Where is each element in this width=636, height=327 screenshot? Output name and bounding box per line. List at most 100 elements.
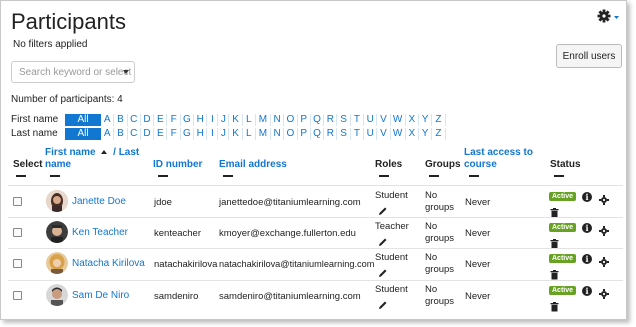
enrolment-settings-button[interactable] — [599, 192, 609, 205]
page-settings-menu[interactable] — [597, 8, 619, 26]
info-icon[interactable]: i — [582, 223, 592, 233]
unenrol-button[interactable] — [550, 299, 559, 312]
initial-firstname-m[interactable]: M — [256, 114, 271, 126]
initial-firstname-s[interactable]: S — [337, 114, 351, 126]
initial-firstname-n[interactable]: N — [271, 114, 285, 126]
initial-firstname-r[interactable]: R — [324, 114, 338, 126]
initial-firstname-c[interactable]: C — [128, 114, 141, 126]
row-select-checkbox[interactable] — [13, 291, 22, 300]
initial-firstname-k[interactable]: K — [229, 114, 243, 126]
header-email[interactable]: Email address — [219, 159, 287, 170]
initial-lastname-n[interactable]: N — [271, 128, 285, 140]
initial-firstname-l[interactable]: L — [243, 114, 256, 126]
initial-lastname-e[interactable]: E — [154, 128, 168, 140]
initial-lastname-r[interactable]: R — [324, 128, 338, 140]
initial-firstname-a[interactable]: A — [101, 114, 115, 126]
user-name-link[interactable]: Ken Teacher — [72, 227, 128, 238]
row-select-checkbox[interactable] — [13, 197, 22, 206]
header-groups-collapse[interactable] — [429, 175, 439, 177]
initial-lastname-v[interactable]: V — [377, 128, 391, 140]
enroll-users-button[interactable]: Enroll users — [556, 44, 622, 68]
cog-icon — [599, 195, 609, 205]
edit-roles-button[interactable] — [378, 265, 388, 277]
header-lastaccess-line2[interactable]: course — [464, 159, 497, 170]
initial-lastname-q[interactable]: Q — [311, 128, 325, 140]
initial-lastname-t[interactable]: T — [351, 128, 365, 140]
initial-lastname-x[interactable]: X — [406, 128, 419, 140]
header-lastaccess-collapse[interactable] — [469, 175, 479, 177]
header-idnumber[interactable]: ID number — [153, 159, 202, 170]
initial-firstname-x[interactable]: X — [406, 114, 419, 126]
row-select-checkbox[interactable] — [13, 259, 22, 268]
row-select-checkbox[interactable] — [13, 228, 22, 237]
header-idnumber-collapse[interactable] — [158, 175, 168, 177]
initial-firstname-e[interactable]: E — [154, 114, 168, 126]
enrolment-settings-button[interactable] — [599, 254, 609, 267]
initial-lastname-i[interactable]: I — [207, 128, 219, 140]
initial-firstname-z[interactable]: Z — [432, 114, 446, 126]
initial-lastname-u[interactable]: U — [364, 128, 378, 140]
avatar — [46, 252, 68, 274]
initial-lastname-a[interactable]: A — [101, 128, 115, 140]
edit-roles-button[interactable] — [378, 203, 388, 215]
initial-firstname-g[interactable]: G — [181, 114, 195, 126]
initial-lastname-p[interactable]: P — [298, 128, 311, 140]
enrolment-settings-button[interactable] — [599, 286, 609, 299]
initial-firstname-o[interactable]: O — [284, 114, 298, 126]
user-role: Student — [375, 190, 408, 201]
header-name-collapse[interactable] — [50, 175, 60, 177]
initial-lastname-h[interactable]: H — [194, 128, 208, 140]
search-input[interactable]: Search keyword or select fi — [11, 61, 135, 83]
initial-lastname-y[interactable]: Y — [419, 128, 433, 140]
edit-roles-button[interactable] — [378, 234, 388, 246]
initial-lastname-s[interactable]: S — [337, 128, 351, 140]
initial-lastname-o[interactable]: O — [284, 128, 298, 140]
initial-all-firstname[interactable]: All — [65, 114, 101, 126]
header-lastaccess[interactable]: Last access to — [464, 147, 533, 158]
initial-lastname-m[interactable]: M — [256, 128, 271, 140]
edit-roles-button[interactable] — [378, 297, 388, 309]
initial-lastname-g[interactable]: G — [181, 128, 195, 140]
initial-lastname-d[interactable]: D — [141, 128, 155, 140]
unenrol-button[interactable] — [550, 236, 559, 249]
initial-firstname-u[interactable]: U — [364, 114, 378, 126]
user-name-link[interactable]: Janette Doe — [72, 196, 126, 207]
initial-firstname-y[interactable]: Y — [419, 114, 433, 126]
header-firstname[interactable]: First name / Last — [45, 147, 139, 158]
header-email-collapse[interactable] — [223, 175, 233, 177]
initial-firstname-p[interactable]: P — [298, 114, 311, 126]
initial-firstname-h[interactable]: H — [194, 114, 208, 126]
initial-lastname-j[interactable]: J — [218, 128, 230, 140]
unenrol-button[interactable] — [550, 267, 559, 280]
initial-lastname-c[interactable]: C — [128, 128, 141, 140]
chevron-down-icon — [123, 70, 129, 74]
initial-firstname-t[interactable]: T — [351, 114, 365, 126]
initial-lastname-b[interactable]: B — [114, 128, 128, 140]
initial-firstname-f[interactable]: F — [167, 114, 181, 126]
initial-firstname-j[interactable]: J — [218, 114, 230, 126]
user-name-link[interactable]: Sam De Niro — [72, 290, 129, 301]
header-lastname[interactable]: name — [45, 159, 71, 170]
status-badge: Active — [549, 192, 577, 201]
info-icon[interactable]: i — [582, 286, 592, 296]
initial-lastname-w[interactable]: W — [391, 128, 406, 140]
initial-firstname-q[interactable]: Q — [311, 114, 325, 126]
enrolment-settings-button[interactable] — [599, 223, 609, 236]
info-icon[interactable]: i — [582, 254, 592, 264]
initial-firstname-i[interactable]: I — [207, 114, 219, 126]
initial-lastname-k[interactable]: K — [229, 128, 243, 140]
info-icon[interactable]: i — [582, 192, 592, 202]
unenrol-button[interactable] — [550, 205, 559, 218]
header-select-collapse[interactable] — [16, 175, 26, 177]
initial-all-lastname[interactable]: All — [65, 128, 101, 140]
initial-lastname-z[interactable]: Z — [432, 128, 446, 140]
initial-firstname-w[interactable]: W — [391, 114, 406, 126]
initial-firstname-d[interactable]: D — [141, 114, 155, 126]
initial-firstname-v[interactable]: V — [377, 114, 391, 126]
initial-lastname-f[interactable]: F — [167, 128, 181, 140]
header-roles-collapse[interactable] — [379, 175, 389, 177]
user-name-link[interactable]: Natacha Kirilova — [72, 258, 145, 269]
header-status-collapse[interactable] — [554, 175, 564, 177]
initial-lastname-l[interactable]: L — [243, 128, 256, 140]
initial-firstname-b[interactable]: B — [114, 114, 128, 126]
